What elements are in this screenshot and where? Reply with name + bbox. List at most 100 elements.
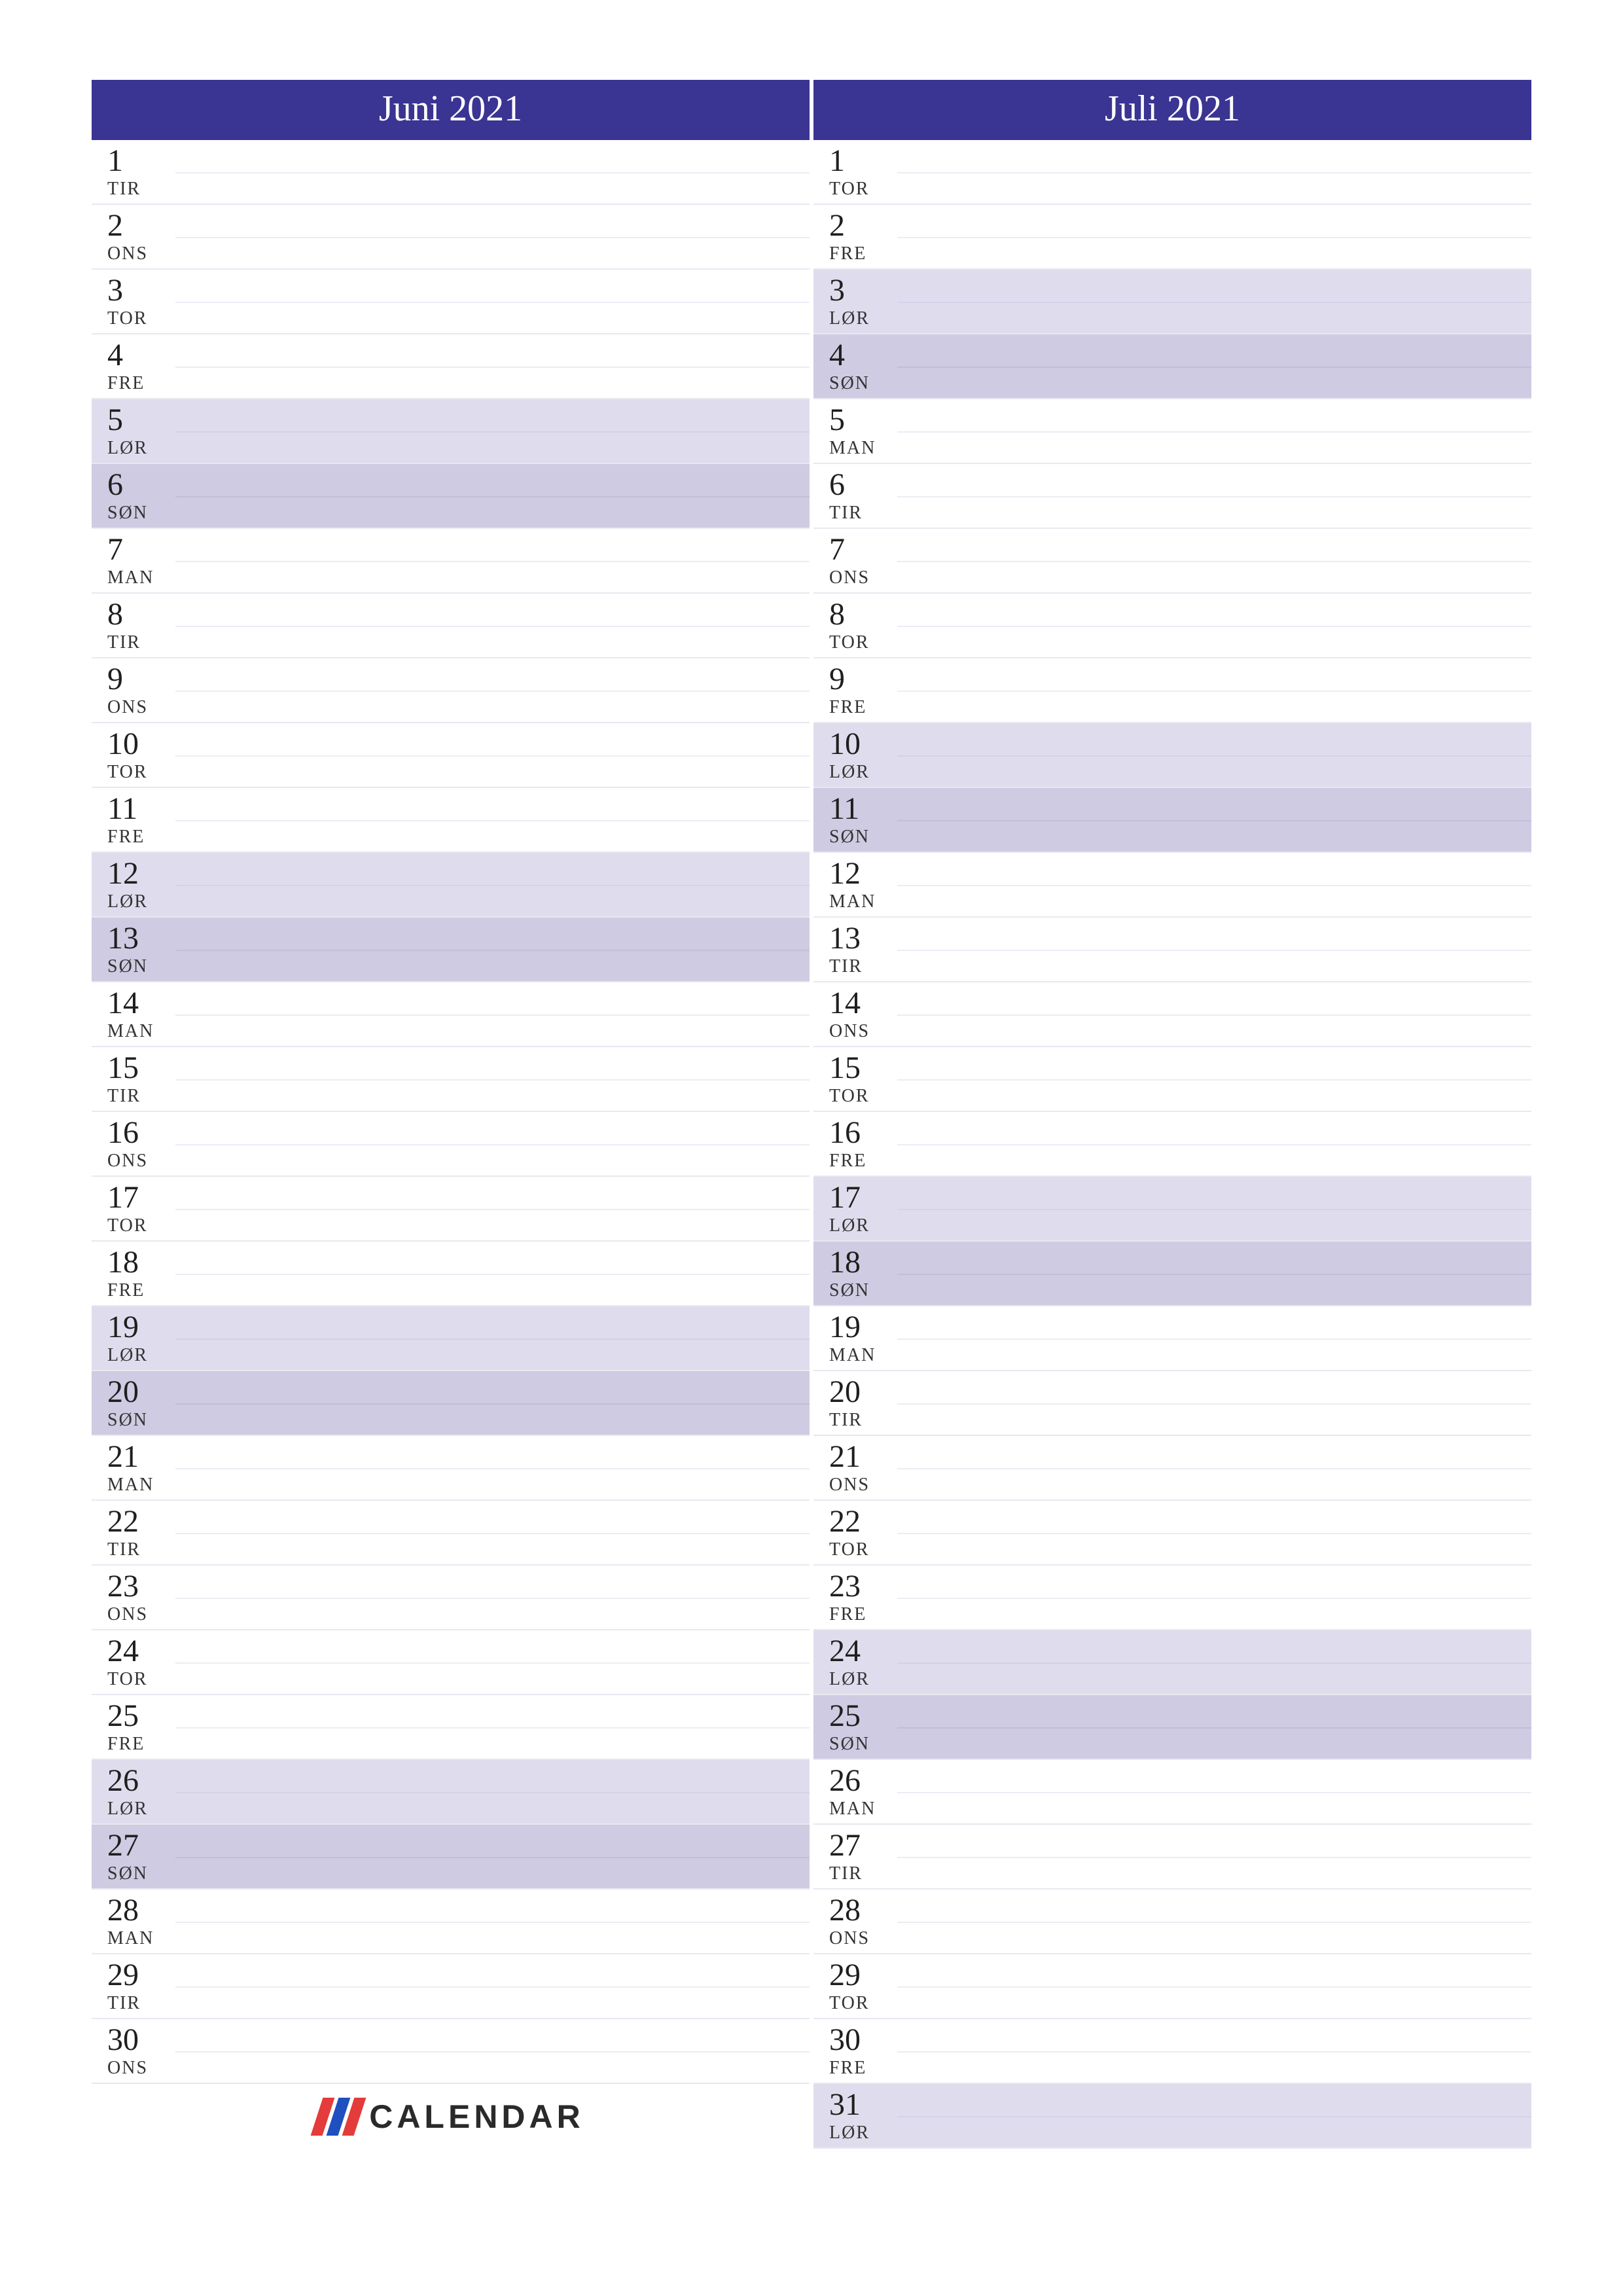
day-row: 9FRE: [813, 658, 1531, 723]
day-row: 30FRE: [813, 2019, 1531, 2084]
day-divider: [897, 1533, 1531, 1534]
day-divider: [175, 885, 810, 886]
day-weekday: SØN: [829, 373, 1531, 394]
day-row: 26MAN: [813, 1760, 1531, 1825]
day-divider: [897, 1922, 1531, 1923]
seven-icon: [311, 2098, 366, 2136]
day-weekday: SØN: [107, 503, 810, 524]
day-weekday: ONS: [107, 2058, 810, 2079]
day-row: 3TOR: [92, 270, 810, 334]
day-weekday: SØN: [107, 1863, 810, 1884]
month-days: 1TOR2FRE3LØR4SØN5MAN6TIR7ONS8TOR9FRE10LØ…: [813, 140, 1531, 2149]
day-weekday: TOR: [107, 762, 810, 783]
day-weekday: FRE: [107, 1734, 810, 1755]
brand-logo: CALENDAR: [92, 2084, 810, 2149]
day-divider: [175, 691, 810, 692]
day-row: 19MAN: [813, 1306, 1531, 1371]
day-weekday: ONS: [829, 1021, 1531, 1042]
day-weekday: TOR: [829, 632, 1531, 653]
day-weekday: TIR: [107, 1086, 810, 1107]
day-weekday: SØN: [107, 956, 810, 977]
day-weekday: LØR: [829, 1669, 1531, 1690]
month-header: Juni 2021: [92, 80, 810, 140]
day-divider: [175, 1662, 810, 1664]
day-divider: [897, 2116, 1531, 2117]
day-divider: [175, 820, 810, 821]
day-divider: [897, 496, 1531, 497]
day-divider: [897, 1079, 1531, 1081]
day-row: 12MAN: [813, 853, 1531, 918]
day-row: 2FRE: [813, 205, 1531, 270]
day-weekday: ONS: [829, 1475, 1531, 1496]
day-row: 6TIR: [813, 464, 1531, 529]
day-row: 11SØN: [813, 788, 1531, 853]
day-divider: [897, 367, 1531, 368]
day-weekday: LØR: [107, 438, 810, 459]
day-row: 20SØN: [92, 1371, 810, 1436]
day-weekday: TOR: [107, 308, 810, 329]
day-divider: [897, 820, 1531, 821]
day-divider: [175, 1468, 810, 1469]
day-weekday: LØR: [829, 308, 1531, 329]
day-weekday: TOR: [829, 1993, 1531, 2014]
day-divider: [175, 2051, 810, 2053]
day-weekday: FRE: [107, 1280, 810, 1301]
day-divider: [175, 431, 810, 433]
month-column-june: Juni 2021 1TIR2ONS3TOR4FRE5LØR6SØN7MAN8T…: [92, 80, 810, 2149]
day-row: 30ONS: [92, 2019, 810, 2084]
day-row: 7MAN: [92, 529, 810, 594]
day-row: 13TIR: [813, 918, 1531, 982]
day-divider: [897, 1209, 1531, 1210]
day-divider: [897, 1986, 1531, 1988]
day-weekday: MAN: [107, 567, 810, 588]
day-divider: [175, 1403, 810, 1405]
day-divider: [897, 1857, 1531, 1858]
day-weekday: TIR: [829, 503, 1531, 524]
day-row: 9ONS: [92, 658, 810, 723]
day-row: 25FRE: [92, 1695, 810, 1760]
day-weekday: LØR: [107, 1345, 810, 1366]
day-weekday: TOR: [107, 1215, 810, 1236]
day-row: 7ONS: [813, 529, 1531, 594]
day-divider: [175, 172, 810, 173]
day-weekday: TIR: [829, 1863, 1531, 1884]
day-row: 25SØN: [813, 1695, 1531, 1760]
day-weekday: TIR: [107, 632, 810, 653]
day-weekday: FRE: [107, 373, 810, 394]
day-weekday: TIR: [829, 956, 1531, 977]
day-row: 14ONS: [813, 982, 1531, 1047]
day-weekday: TOR: [829, 179, 1531, 200]
day-weekday: FRE: [829, 2058, 1531, 2079]
day-divider: [897, 1338, 1531, 1340]
day-row: 19LØR: [92, 1306, 810, 1371]
day-weekday: ONS: [107, 1151, 810, 1172]
day-row: 4SØN: [813, 334, 1531, 399]
day-divider: [175, 1792, 810, 1793]
day-row: 23ONS: [92, 1566, 810, 1630]
day-row: 5MAN: [813, 399, 1531, 464]
day-weekday: FRE: [829, 243, 1531, 264]
day-divider: [175, 1144, 810, 1145]
day-weekday: SØN: [829, 827, 1531, 848]
day-row: 8TOR: [813, 594, 1531, 658]
day-row: 22TOR: [813, 1501, 1531, 1566]
day-divider: [897, 1792, 1531, 1793]
day-row: 28ONS: [813, 1890, 1531, 1954]
day-row: 24LØR: [813, 1630, 1531, 1695]
day-row: 5LØR: [92, 399, 810, 464]
day-row: 15TOR: [813, 1047, 1531, 1112]
day-row: 6SØN: [92, 464, 810, 529]
day-weekday: MAN: [107, 1928, 810, 1949]
day-row: 21MAN: [92, 1436, 810, 1501]
day-divider: [175, 496, 810, 497]
day-divider: [175, 1533, 810, 1534]
day-divider: [897, 1727, 1531, 1729]
day-row: 15TIR: [92, 1047, 810, 1112]
day-row: 17TOR: [92, 1177, 810, 1242]
logo-text: CALENDAR: [369, 2098, 584, 2136]
day-weekday: MAN: [829, 438, 1531, 459]
day-weekday: TIR: [829, 1410, 1531, 1431]
day-row: 22TIR: [92, 1501, 810, 1566]
day-weekday: MAN: [107, 1021, 810, 1042]
day-row: 4FRE: [92, 334, 810, 399]
